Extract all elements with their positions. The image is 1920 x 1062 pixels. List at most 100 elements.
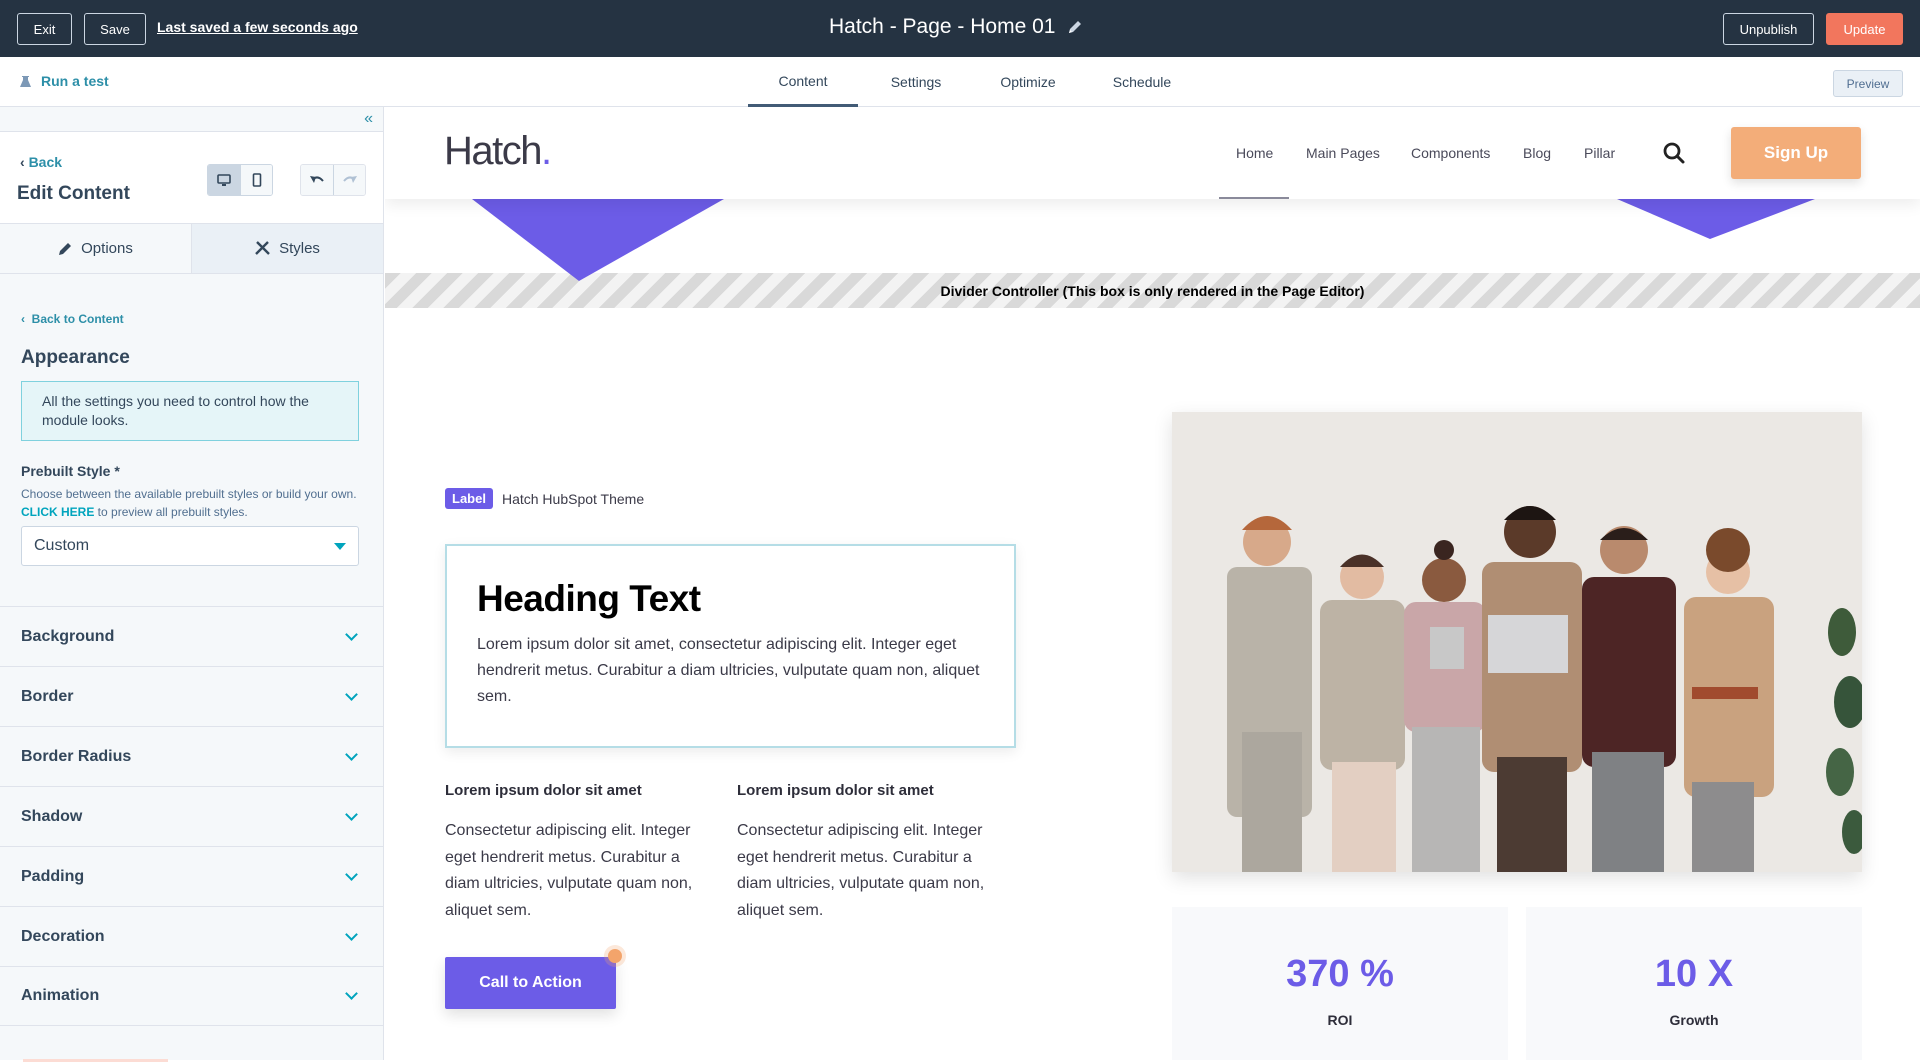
stat-label: ROI <box>1327 1012 1353 1028</box>
editor-tabs: Content Settings Optimize Schedule <box>748 57 1202 107</box>
undo-button[interactable] <box>301 165 333 195</box>
style-accordion: Background Border Border Radius Shadow P… <box>0 606 383 1026</box>
save-button[interactable]: Save <box>84 13 146 45</box>
undo-icon <box>310 176 324 183</box>
sidebar-title: Edit Content <box>17 183 130 204</box>
chevron-down-icon <box>345 867 358 881</box>
sidebar-collapse-row: « <box>0 107 383 132</box>
tab-schedule[interactable]: Schedule <box>1082 57 1202 107</box>
help-text-after: to preview all prebuilt styles. <box>94 505 248 519</box>
redo-icon <box>342 176 357 183</box>
accordion-border[interactable]: Border <box>0 666 383 726</box>
caret-down-icon <box>334 542 346 550</box>
accordion-border-radius[interactable]: Border Radius <box>0 726 383 786</box>
accordion-label: Padding <box>21 867 85 885</box>
sidebar-tabs: Options Styles <box>0 224 383 274</box>
editor-sub-bar: Run a test Content Settings Optimize Sch… <box>0 57 1920 107</box>
site-header: Hatch. Home Main Pages Components Blog P… <box>385 107 1920 199</box>
heading-text: Heading Text <box>477 578 701 619</box>
sidebar-header: ‹ Back Edit Content <box>0 132 383 224</box>
chevron-down-icon <box>345 927 358 941</box>
nav-home[interactable]: Home <box>1236 145 1273 161</box>
team-photo-illustration <box>1172 412 1862 872</box>
label-badge: Label <box>445 488 493 509</box>
divider-controller-label: Divider Controller (This box is only ren… <box>940 282 1365 299</box>
flask-icon <box>20 75 31 87</box>
call-to-action-button[interactable]: Call to Action <box>445 957 616 1009</box>
accordion-shadow[interactable]: Shadow <box>0 786 383 846</box>
chevron-down-icon <box>345 687 358 701</box>
mobile-view-button[interactable] <box>240 165 272 195</box>
logo-text: Hatch <box>444 129 543 173</box>
page-title: Hatch - Page - Home 01 <box>829 15 1056 38</box>
logo-dot: . <box>541 129 552 173</box>
edit-title-pencil-icon[interactable] <box>1066 18 1084 36</box>
section-title: Appearance <box>21 347 130 368</box>
back-label: Back <box>28 154 63 170</box>
edit-sidebar: « ‹ Back Edit Content Options Styles ‹ B… <box>0 107 384 1062</box>
chevron-down-icon <box>345 807 358 821</box>
tab-content[interactable]: Content <box>748 57 858 107</box>
feature-column-2: Lorem ipsum dolor sit amet Consectetur a… <box>737 782 1007 924</box>
accordion-label: Background <box>21 627 115 645</box>
info-box: All the settings you need to control how… <box>21 381 359 441</box>
feature-body: Consectetur adipiscing elit. Integer ege… <box>737 822 985 919</box>
accordion-background[interactable]: Background <box>0 606 383 666</box>
chevron-down-icon <box>345 627 358 641</box>
stat-card-roi: 370 % ROI <box>1172 907 1508 1060</box>
stat-value: 10 X <box>1654 953 1734 995</box>
page-preview-canvas: Hatch. Home Main Pages Components Blog P… <box>385 107 1920 1060</box>
collapse-sidebar-icon[interactable]: « <box>364 110 373 128</box>
sidebar-body: ‹ Back to Content Appearance All the set… <box>0 312 383 566</box>
nav-components[interactable]: Components <box>1411 145 1490 161</box>
nav-active-underline <box>1219 197 1289 199</box>
editor-top-bar: Exit Save Last saved a few seconds ago H… <box>0 0 1920 57</box>
cta-hotspot-dot[interactable] <box>608 949 622 963</box>
click-here-link[interactable]: CLICK HERE <box>21 505 94 519</box>
sign-up-button[interactable]: Sign Up <box>1731 127 1861 179</box>
prebuilt-style-value: Custom <box>34 537 90 554</box>
accordion-label: Animation <box>21 987 100 1004</box>
accordion-decoration[interactable]: Decoration <box>0 906 383 966</box>
decorative-triangle-right <box>1617 199 1815 239</box>
device-toggle <box>207 164 273 196</box>
accordion-label: Decoration <box>21 927 105 945</box>
stat-card-growth: 10 X Growth <box>1526 907 1862 1060</box>
update-button[interactable]: Update <box>1826 13 1903 45</box>
back-to-content-label: Back to Content <box>31 312 124 326</box>
help-text-before: Choose between the available prebuilt st… <box>21 487 357 501</box>
accordion-label: Shadow <box>21 807 83 825</box>
prebuilt-style-select[interactable]: Custom <box>21 526 359 566</box>
chevron-left-icon: ‹ <box>21 312 25 326</box>
back-to-content-link[interactable]: ‹ Back to Content <box>21 312 362 326</box>
feature-title: Lorem ipsum dolor sit amet <box>445 782 642 799</box>
site-logo[interactable]: Hatch. <box>444 129 552 174</box>
exit-button[interactable]: Exit <box>17 13 72 45</box>
unpublish-button[interactable]: Unpublish <box>1723 13 1814 45</box>
desktop-icon <box>217 173 231 186</box>
accordion-padding[interactable]: Padding <box>0 846 383 906</box>
accordion-animation[interactable]: Animation <box>0 966 383 1026</box>
chevron-down-icon <box>345 747 358 761</box>
stat-value: 370 % <box>1286 953 1394 995</box>
desktop-view-button[interactable] <box>208 165 240 195</box>
label-row: Label Hatch HubSpot Theme <box>445 488 644 509</box>
search-icon[interactable] <box>1662 141 1686 165</box>
run-test-link[interactable]: Run a test <box>19 73 109 89</box>
tab-styles-label: Styles <box>279 240 320 257</box>
back-link[interactable]: ‹ Back <box>20 154 62 170</box>
tab-styles[interactable]: Styles <box>191 224 383 273</box>
feature-title: Lorem ipsum dolor sit amet <box>737 782 934 799</box>
tab-settings[interactable]: Settings <box>858 57 974 107</box>
preview-button[interactable]: Preview <box>1833 70 1903 97</box>
nav-main-pages[interactable]: Main Pages <box>1306 145 1380 161</box>
redo-button[interactable] <box>333 165 365 195</box>
nav-pillar[interactable]: Pillar <box>1584 145 1615 161</box>
tab-options[interactable]: Options <box>0 224 191 273</box>
heading-module-selected[interactable]: Heading Text Lorem ipsum dolor sit amet,… <box>445 544 1016 748</box>
label-text: Hatch HubSpot Theme <box>501 490 645 507</box>
tab-optimize[interactable]: Optimize <box>974 57 1082 107</box>
last-saved-link[interactable]: Last saved a few seconds ago <box>157 19 358 35</box>
accordion-label: Border Radius <box>21 747 132 765</box>
nav-blog[interactable]: Blog <box>1523 145 1551 161</box>
